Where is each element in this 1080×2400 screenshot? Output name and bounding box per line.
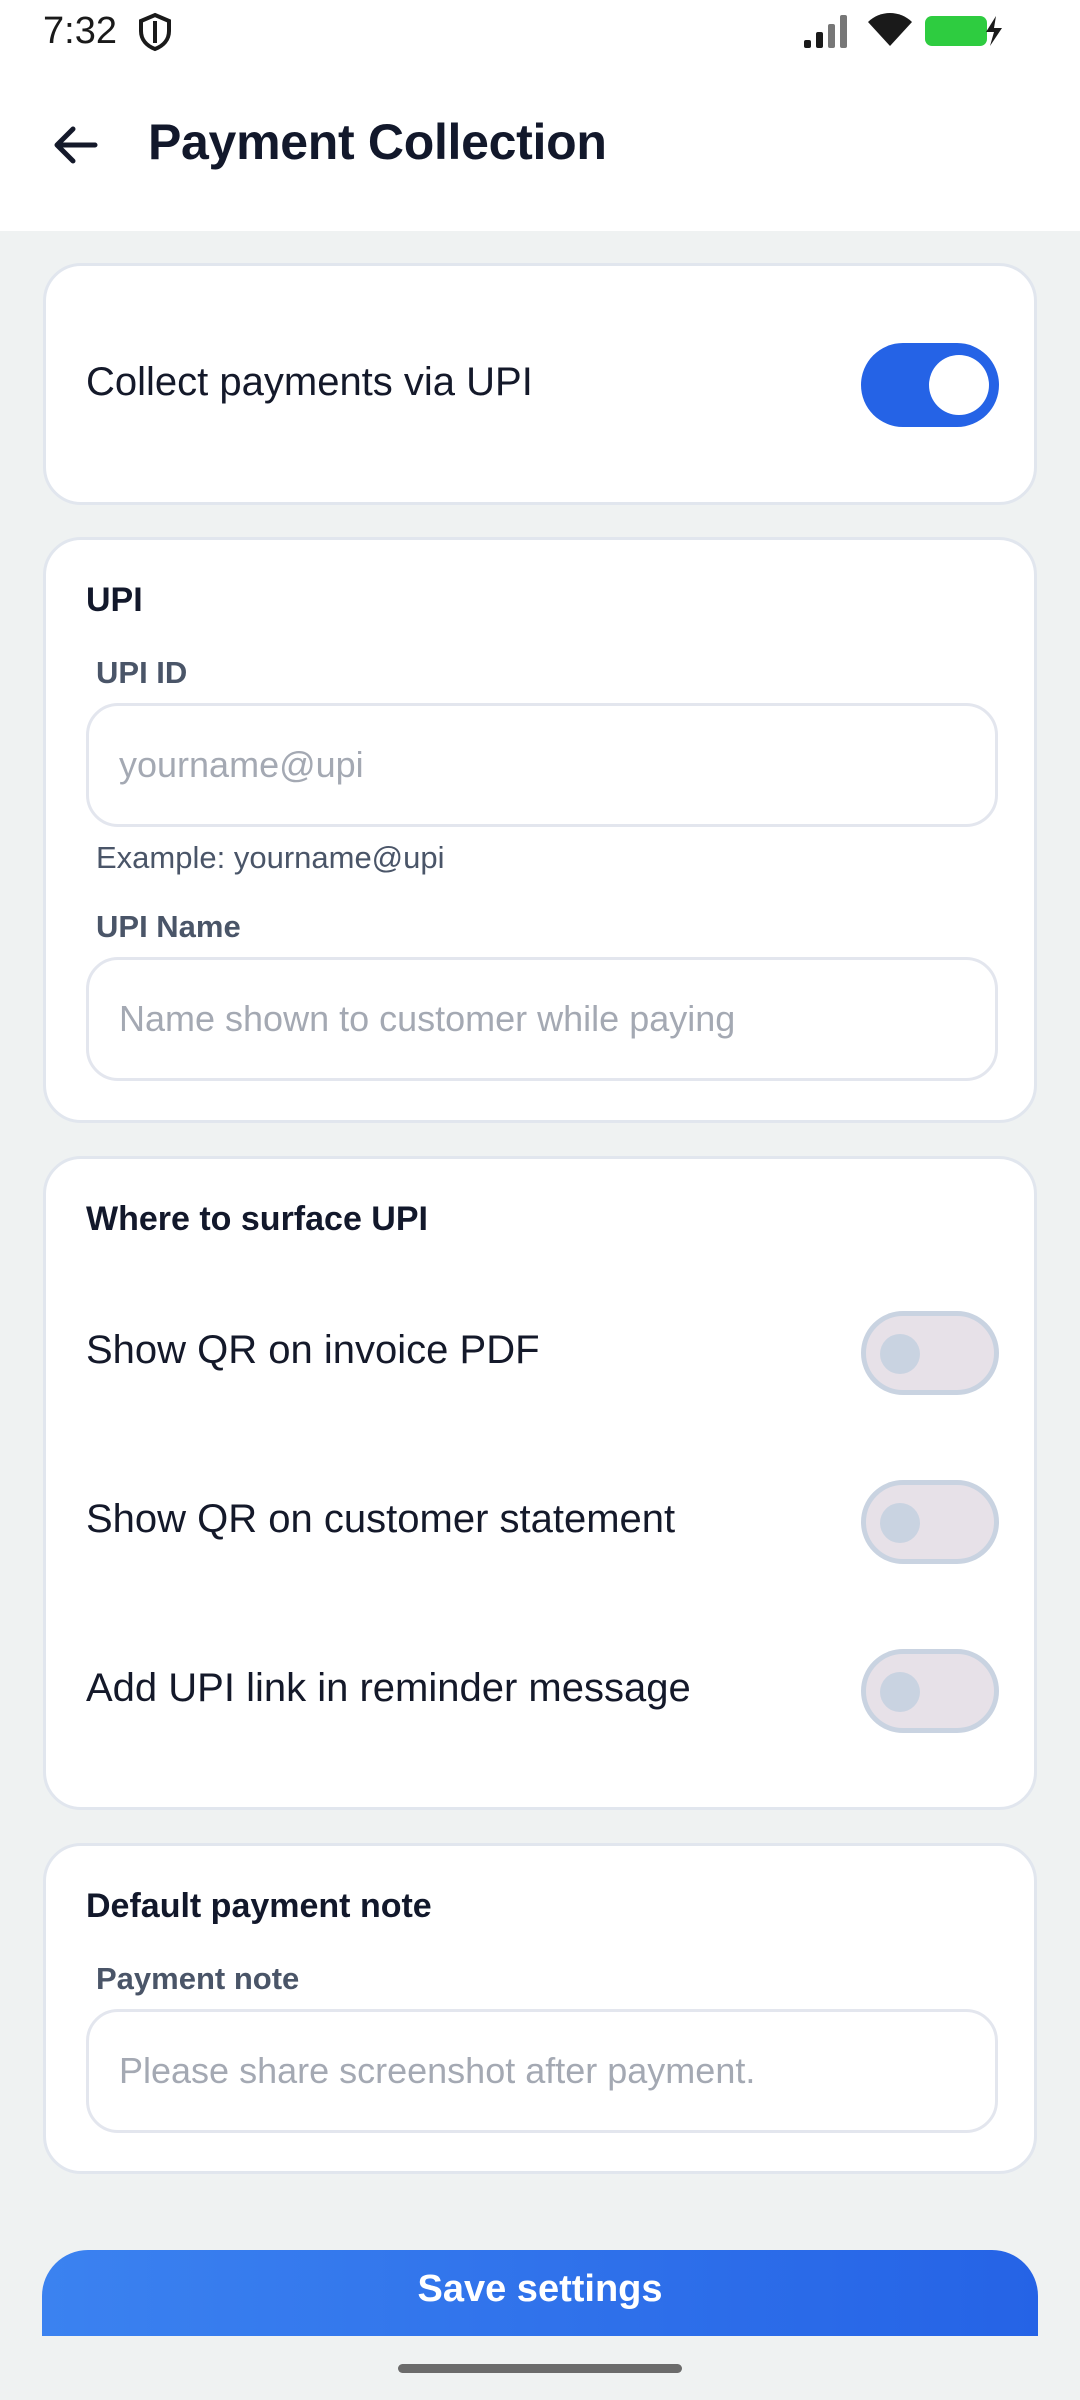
qr-invoice-label: Show QR on invoice PDF (86, 1328, 540, 1372)
battery-charging-icon (925, 16, 1002, 46)
payment-note-input[interactable] (86, 2009, 998, 2133)
status-time: 7:32 (43, 10, 117, 52)
upi-name-label: UPI Name (96, 909, 241, 944)
home-indicator[interactable] (398, 2364, 682, 2373)
payment-collection-screen: 7:32 Payment Collection Collect payments… (0, 0, 1080, 2400)
collect-upi-label: Collect payments via UPI (86, 360, 533, 404)
wifi-icon (868, 13, 912, 46)
collect-upi-card: Collect payments via UPI (43, 263, 1037, 505)
upi-id-label: UPI ID (96, 655, 188, 690)
surface-upi-card: Where to surface UPI Show QR on invoice … (43, 1156, 1037, 1810)
surface-section-title: Where to surface UPI (86, 1200, 428, 1238)
signal-icon (804, 15, 847, 48)
qr-statement-toggle[interactable] (861, 1480, 999, 1564)
toggle-knob (880, 1334, 920, 1374)
upi-id-input[interactable] (86, 703, 998, 827)
top-app-bar: 7:32 Payment Collection (0, 0, 1080, 231)
payment-note-card: Default payment note Payment note (43, 1843, 1037, 2174)
upi-details-card: UPI UPI ID Example: yourname@upi UPI Nam… (43, 537, 1037, 1123)
upi-name-input[interactable] (86, 957, 998, 1081)
shield-icon (139, 12, 171, 52)
upi-id-helper: Example: yourname@upi (96, 840, 445, 875)
arrow-left-icon (54, 126, 98, 164)
note-section-title: Default payment note (86, 1887, 432, 1925)
qr-statement-label: Show QR on customer statement (86, 1497, 676, 1541)
upi-section-title: UPI (86, 581, 143, 619)
collect-upi-toggle[interactable] (861, 343, 999, 427)
payment-note-label: Payment note (96, 1961, 300, 1996)
back-button[interactable] (40, 110, 110, 180)
qr-invoice-toggle[interactable] (861, 1311, 999, 1395)
page-title: Payment Collection (148, 114, 607, 170)
toggle-knob (880, 1672, 920, 1712)
toggle-knob (880, 1503, 920, 1543)
reminder-link-label: Add UPI link in reminder message (86, 1666, 691, 1710)
reminder-link-toggle[interactable] (861, 1649, 999, 1733)
toggle-knob (929, 355, 989, 415)
